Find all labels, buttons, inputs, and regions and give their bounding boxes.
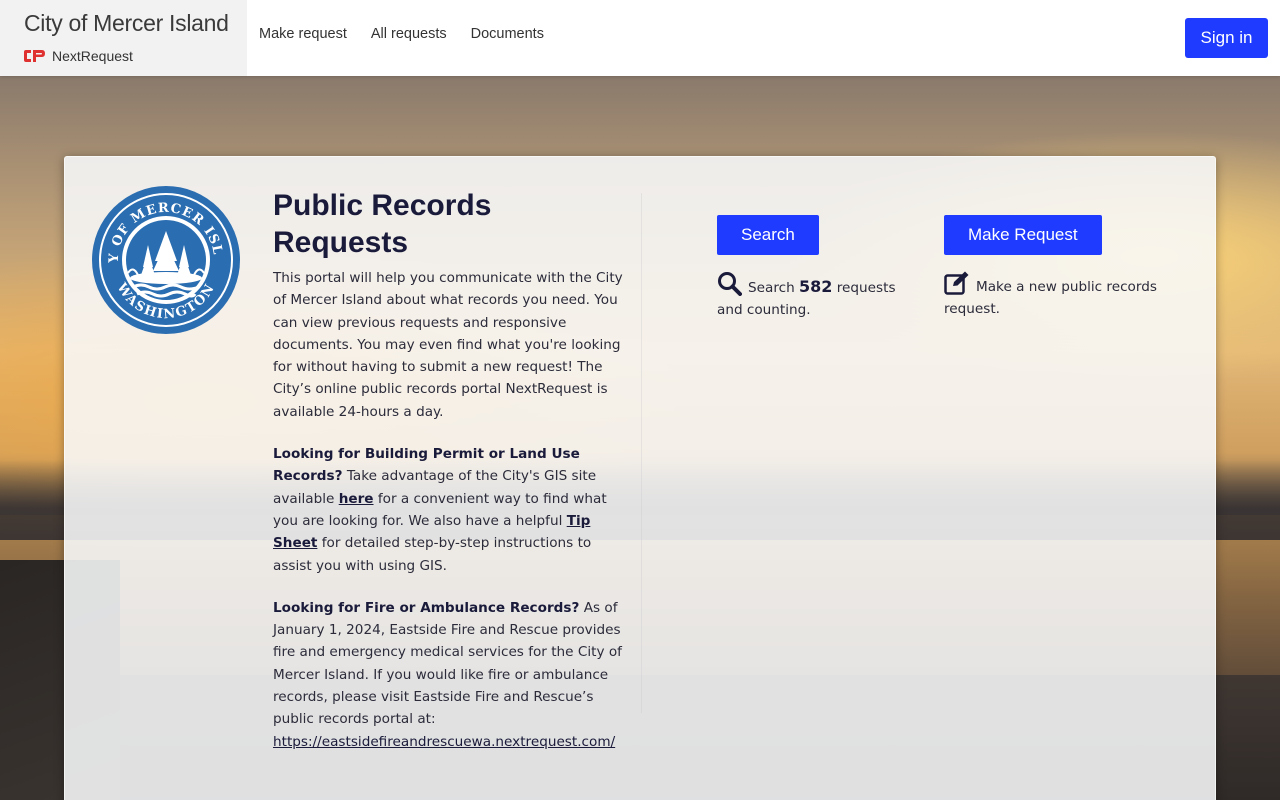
nav-make-request[interactable]: Make request [259,26,347,42]
nav-all-requests[interactable]: All requests [371,26,447,42]
city-seal-logo: CITY OF MERCER ISLAND WASHINGTON [91,185,240,334]
edit-icon [944,271,969,295]
gis-here-link[interactable]: here [339,491,374,507]
search-button[interactable]: Search [717,215,819,255]
page-title: Public Records Requests [273,189,492,259]
search-icon [718,272,742,296]
request-count: 582 [799,277,833,296]
fire-records-paragraph: Looking for Fire or Ambulance Records? A… [273,597,629,753]
nextrequest-logo-icon [24,50,45,62]
make-request-desc-text: Make a new public records request. [944,279,1157,317]
nav-documents[interactable]: Documents [471,26,544,42]
eastside-fire-link[interactable]: https://eastsidefireandrescuewa.nextrequ… [273,734,615,750]
fire-heading: Looking for Fire or Ambulance Records? [273,599,580,616]
intro-paragraph: This portal will help you communicate wi… [273,270,623,420]
main-nav: Make request All requests Documents [259,26,544,42]
main-card: CITY OF MERCER ISLAND WASHINGTON Public … [64,156,1216,800]
make-request-action: Make Request Make a new public records r… [944,215,1174,320]
column-divider [641,193,642,713]
building-records-paragraph: Looking for Building Permit or Land Use … [273,443,629,577]
make-request-description: Make a new public records request. [944,271,1174,320]
brand-title[interactable]: City of Mercer Island [24,10,229,37]
fire-text: As of January 1, 2024, Eastside Fire and… [273,599,622,728]
building-text-3: for detailed step-by-step instructions t… [273,535,592,574]
brand-block[interactable]: City of Mercer Island NextRequest [0,0,247,76]
search-action: Search Search 582 requests and counting. [717,215,917,321]
brand-sub-text: NextRequest [52,48,133,64]
nextrequest-brand: NextRequest [24,48,133,64]
sign-in-button[interactable]: Sign in [1185,18,1268,58]
search-description: Search 582 requests and counting. [717,271,917,321]
search-desc-pre: Search [748,280,795,296]
intro-content: Public Records Requests This portal will… [273,187,629,753]
site-header: City of Mercer Island NextRequest Make r… [0,0,1280,76]
make-request-button[interactable]: Make Request [944,215,1102,255]
